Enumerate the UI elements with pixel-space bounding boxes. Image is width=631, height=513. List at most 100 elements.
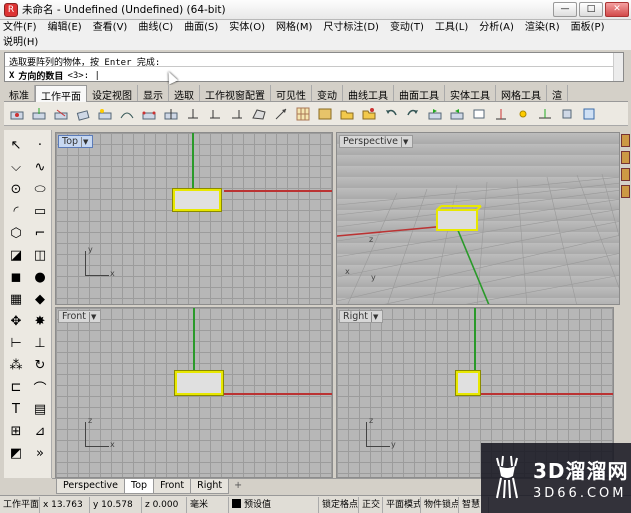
status-osnap[interactable]: 物件锁点 <box>421 496 459 513</box>
status-planar[interactable]: 平面模式 <box>383 496 421 513</box>
menu-view[interactable]: 查看(V) <box>93 20 128 35</box>
tab-mesh-tools[interactable]: 网格工具 <box>496 85 547 102</box>
cplane-rotate-icon[interactable] <box>73 104 93 124</box>
block-icon[interactable]: ⊞ <box>4 420 28 442</box>
menu-curve[interactable]: 曲线(C) <box>138 20 173 35</box>
viewport-top-label[interactable]: Top ▼ <box>58 135 94 148</box>
explode-icon[interactable]: ✸ <box>28 310 52 332</box>
command-input[interactable]: X 方向的数目 <3>: | <box>5 67 623 84</box>
cplane-z-axis-icon[interactable] <box>51 104 71 124</box>
viewtab-top[interactable]: Top <box>124 479 155 494</box>
cplane-elevation-icon[interactable] <box>29 104 49 124</box>
tab-curve-tools[interactable]: 曲线工具 <box>343 85 394 102</box>
cplane-more-icon[interactable] <box>579 104 599 124</box>
chevron-down-icon[interactable]: ▼ <box>81 136 89 147</box>
analyze-icon[interactable]: ⊿ <box>28 420 52 442</box>
cplane-world-right-icon[interactable] <box>227 104 247 124</box>
cplane-surface-icon[interactable] <box>249 104 269 124</box>
viewtab-perspective[interactable]: Perspective <box>56 479 126 494</box>
group-icon[interactable]: ⁂ <box>4 354 28 376</box>
fillet-curve-icon[interactable]: ⌐ <box>28 222 52 244</box>
tab-transform[interactable]: 变动 <box>312 85 343 102</box>
menu-render[interactable]: 渲染(R) <box>525 20 560 35</box>
menu-tools[interactable]: 工具(L) <box>435 20 468 35</box>
viewtab-right[interactable]: Right <box>190 479 230 494</box>
minimize-button[interactable]: — <box>553 2 577 17</box>
cplane-curve-icon[interactable] <box>117 104 137 124</box>
cplane-normal-icon[interactable] <box>535 104 555 124</box>
cplane-open-icon[interactable] <box>337 104 357 124</box>
cplane-perpendicular-icon[interactable] <box>491 104 511 124</box>
select-arrow-icon[interactable]: ↖ <box>4 134 28 156</box>
cplane-sun-icon[interactable] <box>513 104 533 124</box>
cplane-save-icon[interactable] <box>315 104 335 124</box>
cplane-orient-icon[interactable] <box>271 104 291 124</box>
cplane-view-icon[interactable] <box>161 104 181 124</box>
tab-viewport-layout[interactable]: 工作视窗配置 <box>200 85 271 102</box>
more-tools-icon[interactable]: » <box>28 442 52 464</box>
menu-panels[interactable]: 面板(P) <box>571 20 605 35</box>
menu-mesh[interactable]: 网格(M) <box>276 20 312 35</box>
surface-patch-icon[interactable]: ◫ <box>28 244 52 266</box>
tab-render-truncated[interactable]: 渲 <box>547 85 568 102</box>
arc-icon[interactable]: ◜ <box>4 200 28 222</box>
ellipse-icon[interactable]: ⬭ <box>28 178 52 200</box>
rotate-icon[interactable]: ↻ <box>28 354 52 376</box>
help-panel-icon[interactable] <box>621 185 630 198</box>
tab-visibility[interactable]: 可见性 <box>271 85 312 102</box>
status-grid-snap[interactable]: 锁定格点 <box>319 496 359 513</box>
mesh-icon[interactable]: ▦ <box>4 288 28 310</box>
chevron-down-icon[interactable]: ▼ <box>89 311 97 322</box>
tab-set-view[interactable]: 设定视图 <box>87 85 138 102</box>
tab-select[interactable]: 选取 <box>169 85 200 102</box>
cplane-prev-icon[interactable] <box>447 104 467 124</box>
render-panel-icon[interactable] <box>621 168 630 181</box>
status-layer[interactable]: 预设值 <box>229 496 319 513</box>
viewport-top[interactable]: Top ▼ y x <box>55 132 333 305</box>
cplane-redo-icon[interactable] <box>403 104 423 124</box>
tab-solid-tools[interactable]: 实体工具 <box>445 85 496 102</box>
menu-edit[interactable]: 编辑(E) <box>48 20 82 35</box>
cplane-aligned-icon[interactable] <box>557 104 577 124</box>
selected-box-object[interactable] <box>175 371 223 395</box>
maximize-button[interactable]: □ <box>579 2 603 17</box>
chevron-down-icon[interactable]: ▼ <box>371 311 379 322</box>
cplane-to-view-icon[interactable] <box>469 104 489 124</box>
viewport-perspective[interactable]: Perspective ▼ z y x <box>336 132 620 305</box>
transform-icon[interactable]: ✥ <box>4 310 28 332</box>
cplane-next-icon[interactable] <box>425 104 445 124</box>
selected-box-object[interactable] <box>173 189 221 211</box>
surface-corner-icon[interactable]: ◪ <box>4 244 28 266</box>
cplane-named-icon[interactable] <box>359 104 379 124</box>
viewtab-front[interactable]: Front <box>153 479 192 494</box>
curve-icon[interactable]: ∿ <box>28 156 52 178</box>
join-icon[interactable]: ⊢ <box>4 332 28 354</box>
box-solid-icon[interactable]: ◼ <box>4 266 28 288</box>
viewport-front[interactable]: Front ▼ z x <box>55 307 333 478</box>
viewport-perspective-label[interactable]: Perspective ▼ <box>339 135 414 148</box>
selected-box-object[interactable] <box>456 371 480 395</box>
rectangle-icon[interactable]: ▭ <box>28 200 52 222</box>
properties-panel-icon[interactable] <box>621 134 630 147</box>
cplane-world-front-icon[interactable] <box>205 104 225 124</box>
viewport-front-label[interactable]: Front ▼ <box>58 310 102 323</box>
menu-help[interactable]: 说明(H) <box>3 35 38 50</box>
tab-surface-tools[interactable]: 曲面工具 <box>394 85 445 102</box>
menu-solid[interactable]: 实体(O) <box>229 20 265 35</box>
command-scrollbar[interactable] <box>613 53 623 81</box>
dimension-icon[interactable]: ⊏ <box>4 376 28 398</box>
cplane-object-icon[interactable] <box>95 104 115 124</box>
menu-analyze[interactable]: 分析(A) <box>479 20 514 35</box>
status-cplane[interactable]: 工作平面 <box>0 496 40 513</box>
layers-panel-icon[interactable] <box>621 151 630 164</box>
status-ortho[interactable]: 正交 <box>359 496 383 513</box>
add-viewtab-button[interactable]: + <box>228 479 248 494</box>
command-close-icon[interactable]: X <box>9 71 14 81</box>
point-icon[interactable]: · <box>28 134 52 156</box>
menu-dimension[interactable]: 尺寸标注(D) <box>323 20 379 35</box>
cplane-world-top-icon[interactable] <box>183 104 203 124</box>
polyline-icon[interactable]: ⌵ <box>4 156 28 178</box>
sphere-solid-icon[interactable]: ● <box>28 266 52 288</box>
cplane-3points-icon[interactable] <box>139 104 159 124</box>
menu-file[interactable]: 文件(F) <box>3 20 37 35</box>
